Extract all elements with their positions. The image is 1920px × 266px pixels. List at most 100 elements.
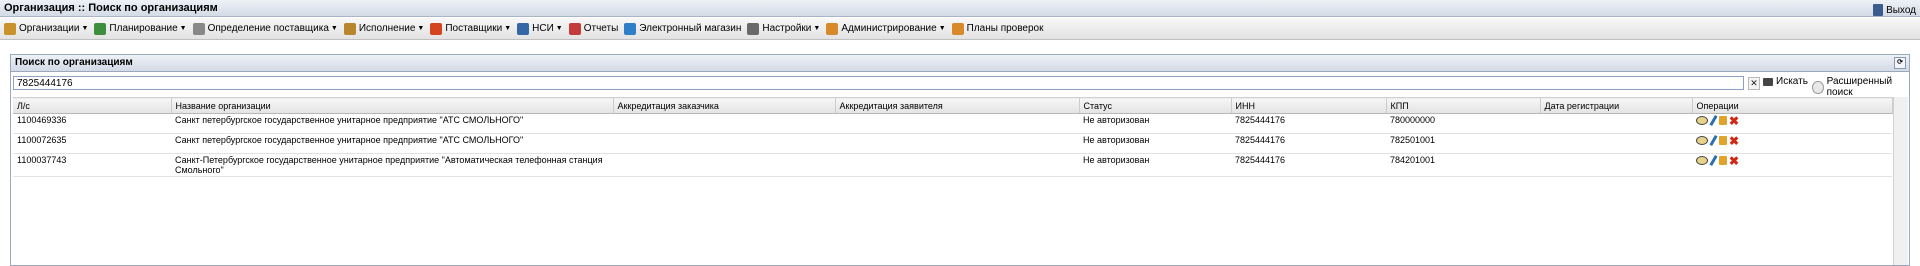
menu-item-label: Планирование bbox=[109, 23, 178, 34]
table-cell bbox=[835, 113, 1079, 134]
operations-cell: ✖ bbox=[1692, 133, 1892, 154]
dropdown-arrow-icon: ▼ bbox=[813, 25, 821, 32]
table-cell bbox=[1540, 153, 1692, 177]
reports-icon bbox=[568, 22, 581, 35]
vertical-scrollbar[interactable] bbox=[1893, 97, 1908, 265]
transfer-icon[interactable] bbox=[1719, 156, 1727, 165]
table-cell: 1100469336 bbox=[13, 113, 171, 134]
table-cell: 1100072635 bbox=[13, 133, 171, 154]
menu-item-reports[interactable]: Отчеты bbox=[568, 22, 619, 35]
operations-cell: ✖ bbox=[1692, 153, 1892, 177]
table-row[interactable]: 1100037743 Санкт-Петербургское государств… bbox=[13, 153, 1892, 177]
view-icon[interactable] bbox=[1696, 116, 1708, 125]
menu-item-label: Исполнение bbox=[358, 23, 416, 34]
advanced-search-button[interactable]: Расширенный поиск bbox=[1812, 76, 1909, 98]
inspection-plans-icon bbox=[951, 22, 964, 35]
column-header[interactable]: Статус bbox=[1079, 97, 1232, 114]
suppliers-icon bbox=[430, 22, 443, 35]
menu-item-inspection-plans[interactable]: Планы проверок bbox=[951, 22, 1044, 35]
column-header[interactable]: Л/с bbox=[13, 97, 172, 114]
table-cell: 782501001 bbox=[1386, 133, 1540, 154]
menu-item-suppliers[interactable]: Поставщики ▼ bbox=[430, 22, 512, 35]
delete-icon[interactable]: ✖ bbox=[1729, 115, 1739, 127]
menu-item-label: Поставщики bbox=[445, 23, 503, 34]
view-icon[interactable] bbox=[1696, 136, 1708, 145]
panel-header: Поиск по организациям ⟳ bbox=[11, 55, 1909, 72]
table-cell: 784201001 bbox=[1386, 153, 1540, 177]
menu-item-label: Отчеты bbox=[583, 23, 619, 34]
table-cell bbox=[835, 133, 1079, 154]
menu-item-label: Электронный магазин bbox=[639, 23, 742, 34]
menu-item-admin[interactable]: Администрирование ▼ bbox=[826, 22, 946, 35]
dropdown-arrow-icon: ▼ bbox=[179, 25, 187, 32]
search-button-label: Искать bbox=[1776, 76, 1808, 87]
table-cell bbox=[1540, 113, 1692, 134]
table-cell bbox=[1540, 133, 1692, 154]
reference-data-icon bbox=[517, 22, 530, 35]
transfer-icon[interactable] bbox=[1719, 136, 1727, 145]
window-title: Организация :: Поиск по организациям bbox=[0, 0, 1920, 17]
column-header[interactable]: Операции bbox=[1692, 97, 1893, 114]
main-menu: Организации ▼ Планирование ▼ Определение пос… bbox=[0, 18, 1920, 40]
table-cell bbox=[835, 153, 1079, 177]
supplier-selection-icon bbox=[192, 22, 205, 35]
menu-item-supplier-selection[interactable]: Определение поставщика ▼ bbox=[192, 22, 338, 35]
organization-icon bbox=[4, 22, 16, 35]
edit-icon[interactable] bbox=[1709, 114, 1718, 127]
column-header[interactable]: Аккредитация заказчика bbox=[613, 97, 836, 114]
table-cell: Санкт петербургское государственное унит… bbox=[171, 133, 613, 154]
exit-icon bbox=[1873, 4, 1884, 16]
table-cell: 7825444176 bbox=[1231, 153, 1386, 177]
menu-item-label: Настройки bbox=[762, 23, 812, 34]
table-cell: 7825444176 bbox=[1231, 113, 1386, 134]
edit-icon[interactable] bbox=[1709, 154, 1718, 167]
menu-item-reference-data[interactable]: НСИ ▼ bbox=[517, 22, 563, 35]
delete-icon[interactable]: ✖ bbox=[1729, 135, 1739, 147]
dropdown-arrow-icon: ▼ bbox=[417, 25, 425, 32]
view-icon[interactable] bbox=[1696, 156, 1708, 165]
menu-item-settings[interactable]: Настройки ▼ bbox=[747, 22, 821, 35]
planning-icon bbox=[94, 22, 107, 35]
column-header[interactable]: Дата регистрации bbox=[1540, 97, 1693, 114]
table-cell: Не авторизован bbox=[1079, 153, 1231, 177]
results-table: Л/с Название организации Аккредитация зака… bbox=[13, 97, 1893, 177]
column-header[interactable]: Аккредитация заявителя bbox=[835, 97, 1080, 114]
column-header[interactable]: КПП bbox=[1386, 97, 1541, 114]
table-row[interactable]: 1100072635 Санкт петербургское государств… bbox=[13, 133, 1892, 154]
table-cell: 7825444176 bbox=[1231, 133, 1386, 154]
menu-item-organization[interactable]: Организации ▼ bbox=[4, 22, 88, 35]
transfer-icon[interactable] bbox=[1719, 116, 1727, 125]
menu-item-label: Определение поставщика bbox=[207, 23, 329, 34]
admin-icon bbox=[826, 22, 839, 35]
table-cell: Не авторизован bbox=[1079, 133, 1231, 154]
operations-cell: ✖ bbox=[1692, 113, 1892, 134]
clear-search-icon[interactable]: ✕ bbox=[1748, 77, 1760, 90]
e-shop-icon bbox=[624, 22, 637, 35]
exit-button[interactable]: Выход bbox=[1873, 4, 1916, 16]
table-cell bbox=[613, 113, 835, 134]
binoculars-icon bbox=[1763, 77, 1773, 86]
dropdown-arrow-icon: ▼ bbox=[330, 25, 338, 32]
table-cell bbox=[613, 153, 835, 177]
search-bar: ✕ Искать Расширенный поиск bbox=[11, 75, 1909, 98]
search-panel: Поиск по организациям ⟳ ✕ Искать Расшире… bbox=[10, 54, 1910, 266]
refresh-icon[interactable]: ⟳ bbox=[1894, 57, 1906, 69]
search-button[interactable]: Искать bbox=[1763, 76, 1808, 87]
column-header[interactable]: ИНН bbox=[1231, 97, 1387, 114]
advanced-search-icon bbox=[1812, 80, 1824, 94]
menu-item-planning[interactable]: Планирование ▼ bbox=[94, 22, 187, 35]
delete-icon[interactable]: ✖ bbox=[1729, 155, 1739, 167]
table-cell: Не авторизован bbox=[1079, 113, 1231, 134]
column-header[interactable]: Название организации bbox=[171, 97, 614, 114]
menu-item-execution[interactable]: Исполнение ▼ bbox=[343, 22, 425, 35]
edit-icon[interactable] bbox=[1709, 134, 1718, 147]
menu-item-label: НСИ bbox=[532, 23, 554, 34]
menu-item-e-shop[interactable]: Электронный магазин bbox=[624, 22, 742, 35]
dropdown-arrow-icon: ▼ bbox=[504, 25, 512, 32]
panel-title: Поиск по организациям bbox=[15, 57, 133, 68]
table-row[interactable]: 1100469336 Санкт петербургское государств… bbox=[13, 113, 1892, 134]
advanced-search-label: Расширенный поиск bbox=[1826, 76, 1893, 98]
search-input[interactable] bbox=[13, 76, 1744, 90]
settings-icon bbox=[747, 22, 760, 35]
table-cell: Санкт-Петербургское государственное унит… bbox=[171, 153, 613, 177]
